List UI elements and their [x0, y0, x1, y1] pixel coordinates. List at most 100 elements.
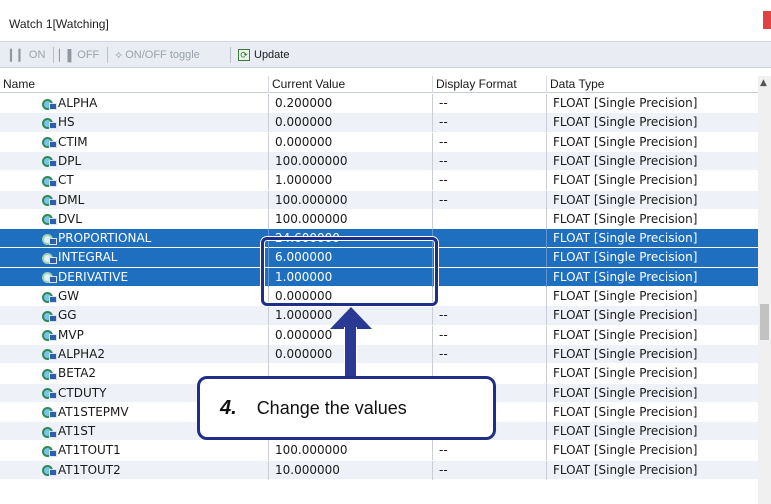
variable-name: CTDUTY — [58, 385, 107, 400]
column-header-name[interactable]: Name — [0, 76, 268, 93]
column-divider — [432, 441, 433, 461]
cell-display-format[interactable]: -- — [436, 345, 546, 364]
cell-name[interactable]: DVL — [42, 210, 267, 229]
off-button[interactable]: ▏▌ OFF — [59, 46, 99, 64]
cell-current-value[interactable]: 1.000000 — [272, 171, 432, 190]
table-row[interactable]: GG 1.000000 -- FLOAT [Single Precision] — [0, 306, 758, 326]
table-row[interactable]: AT1TOUT1 100.000000 -- FLOAT [Single Precis… — [0, 441, 758, 461]
cell-display-format[interactable]: -- — [436, 152, 546, 171]
cell-data-type: FLOAT [Single Precision] — [553, 462, 698, 477]
update-button[interactable]: ⟳ Update — [238, 46, 289, 64]
variable-name: HS — [58, 115, 75, 130]
scroll-thumb[interactable] — [760, 304, 769, 340]
table-row[interactable]: CT 1.000000 -- FLOAT [Single Precision] — [0, 171, 758, 191]
on-button[interactable]: ▎▎ ON — [10, 46, 45, 64]
cell-name[interactable]: INTEGRAL — [42, 248, 267, 267]
cell-display-format[interactable]: -- — [436, 461, 546, 480]
cell-current-value[interactable]: 100.000000 — [272, 152, 432, 171]
column-header-display-format[interactable]: Display Format — [432, 76, 546, 93]
table-row[interactable]: ALPHA2 0.000000 -- FLOAT [Single Precision] — [0, 344, 758, 365]
window-title: Watch 1[Watching] — [9, 17, 109, 31]
cell-current-value[interactable]: 0.000000 — [272, 113, 432, 132]
table-row[interactable]: DVL 100.000000 FLOAT [Single Precision] — [0, 209, 758, 230]
close-button[interactable] — [763, 11, 771, 29]
cell-name[interactable]: HS — [42, 113, 267, 132]
column-divider — [546, 364, 547, 384]
cell-name[interactable]: PROPORTIONAL — [42, 229, 267, 248]
column-header-current-value[interactable]: Current Value — [268, 76, 432, 93]
update-button-label: Update — [254, 49, 290, 61]
cell-display-format[interactable]: -- — [436, 113, 546, 132]
on-button-label: ON — [28, 49, 46, 61]
scroll-up-icon[interactable]: ▲ — [760, 78, 767, 88]
variable-icon — [42, 270, 57, 284]
column-divider — [546, 287, 547, 306]
variable-name: DVL — [58, 211, 82, 226]
column-divider — [432, 325, 433, 345]
table-row[interactable]: DML 100.000000 -- FLOAT [Single Precision] — [0, 190, 758, 210]
cell-data-type: FLOAT [Single Precision] — [553, 346, 698, 361]
table-row[interactable]: HS 0.000000 -- FLOAT [Single Precision] — [0, 113, 758, 133]
onoff-toggle-button[interactable]: ✧ ON/OFF toggle — [114, 46, 200, 64]
cell-name[interactable]: ALPHA — [42, 94, 267, 113]
column-divider — [546, 306, 547, 326]
column-divider — [432, 132, 433, 152]
column-divider — [268, 151, 269, 171]
cell-current-value[interactable]: 100.000000 — [272, 441, 432, 460]
table-row[interactable]: AT1TOUT2 10.000000 -- FLOAT [Single Precisi… — [0, 460, 758, 480]
column-divider — [268, 344, 269, 364]
cell-data-type: FLOAT [Single Precision] — [553, 424, 698, 439]
cell-name[interactable]: CTIM — [42, 133, 267, 152]
cell-data-type: FLOAT [Single Precision] — [553, 289, 698, 303]
cell-display-format[interactable]: -- — [436, 306, 546, 325]
cell-display-format[interactable]: -- — [436, 191, 546, 210]
cell-display-format[interactable]: -- — [436, 133, 546, 152]
cell-name[interactable]: DML — [42, 191, 267, 210]
cell-data-type: FLOAT [Single Precision] — [553, 153, 698, 168]
cell-name[interactable]: GG — [42, 306, 267, 325]
cell-display-format[interactable]: -- — [436, 441, 546, 460]
cell-display-format[interactable]: -- — [436, 94, 546, 113]
cell-display-format[interactable] — [436, 210, 546, 229]
cell-current-value[interactable]: 0.200000 — [272, 94, 432, 113]
cell-name[interactable]: MVP — [42, 326, 267, 345]
cell-name[interactable]: AT1TOUT1 — [42, 441, 267, 460]
column-divider — [268, 460, 269, 480]
column-divider — [546, 422, 547, 442]
cell-name[interactable]: ALPHA2 — [42, 345, 267, 364]
vertical-scrollbar[interactable]: ▲ — [758, 76, 771, 504]
table-row[interactable]: DPL 100.000000 -- FLOAT [Single Precision] — [0, 151, 758, 172]
column-divider — [432, 94, 433, 113]
toolbar: ▎▎ ON ▏▌ OFF ✧ ON/OFF toggle ⟳ Update — [0, 42, 771, 68]
cell-display-format[interactable]: -- — [436, 171, 546, 190]
column-divider — [268, 94, 269, 113]
variable-icon — [42, 116, 57, 130]
cell-name[interactable]: DERIVATIVE — [42, 268, 267, 287]
toolbar-separator — [230, 47, 231, 63]
cell-name[interactable]: GW — [42, 287, 267, 306]
table-row[interactable]: MVP 0.000000 -- FLOAT [Single Precision] — [0, 325, 758, 345]
cell-current-value[interactable]: 100.000000 — [272, 191, 432, 210]
table-row[interactable]: CTIM 0.000000 -- FLOAT [Single Precision] — [0, 132, 758, 152]
column-divider — [432, 171, 433, 191]
arrow-shaft — [344, 327, 357, 379]
cell-name[interactable]: DPL — [42, 152, 267, 171]
cell-name[interactable]: AT1TOUT2 — [42, 461, 267, 480]
cell-current-value[interactable]: 100.000000 — [272, 210, 432, 229]
column-header-data-type[interactable]: Data Type — [546, 76, 758, 93]
cell-current-value[interactable]: 0.000000 — [272, 133, 432, 152]
cell-display-format[interactable] — [436, 287, 546, 306]
column-divider — [432, 344, 433, 364]
column-divider — [268, 113, 269, 133]
cell-current-value[interactable]: 10.000000 — [272, 461, 432, 480]
cell-display-format[interactable] — [436, 229, 546, 248]
table-row[interactable]: ALPHA 0.200000 -- FLOAT [Single Precision] — [0, 94, 758, 114]
variable-name: BETA2 — [58, 366, 97, 381]
cell-display-format[interactable]: -- — [436, 326, 546, 345]
cell-display-format[interactable] — [436, 248, 546, 267]
column-divider — [546, 229, 547, 249]
column-divider — [268, 132, 269, 152]
toolbar-separator — [53, 47, 54, 63]
cell-display-format[interactable] — [436, 268, 546, 287]
cell-name[interactable]: CT — [42, 171, 267, 190]
